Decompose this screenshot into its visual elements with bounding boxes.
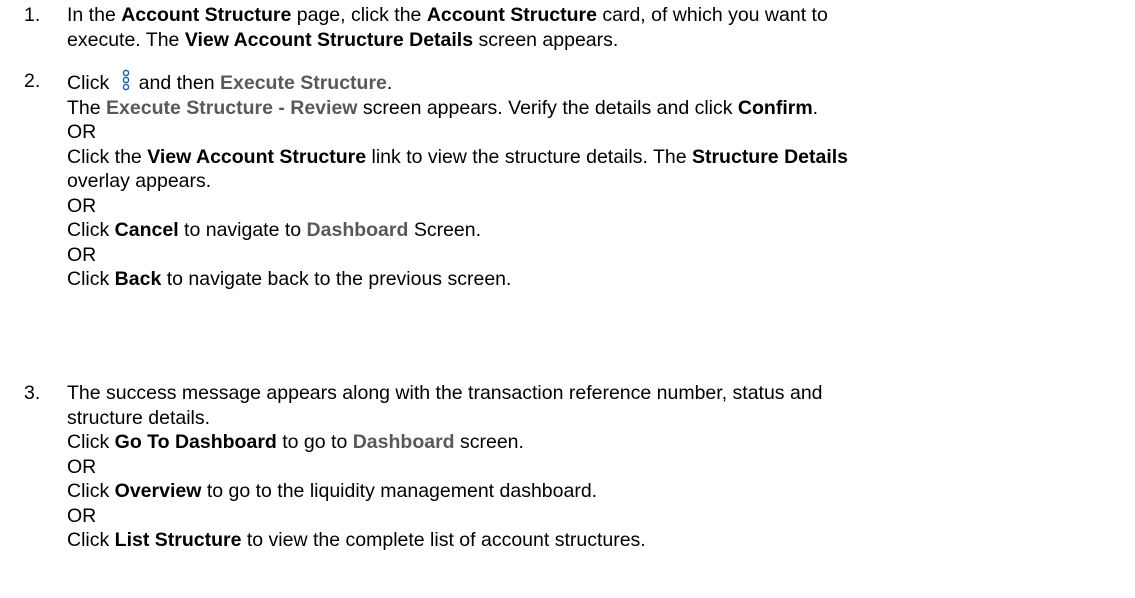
- text-run: Screen.: [408, 219, 482, 241]
- text-run: Click: [67, 529, 115, 551]
- text-line: Click List Structure to view the complet…: [67, 528, 1127, 553]
- text-line: overlay appears.: [67, 169, 1127, 194]
- ui-term: Dashboard: [306, 219, 409, 241]
- text-run: link to view the structure details. The: [366, 145, 692, 168]
- text-run: Click: [67, 431, 115, 453]
- step-body: Click and then Execute Structure. The Exe…: [67, 69, 1127, 292]
- text-run: .: [386, 72, 393, 94]
- text-run: Click: [67, 268, 115, 290]
- text-run: to navigate back to the previous screen.: [161, 268, 512, 290]
- text-run: structure details.: [67, 406, 211, 429]
- step-body: In the Account Structure page, click the…: [67, 3, 1127, 52]
- ui-term: Account Structure: [426, 4, 597, 26]
- ui-term: Cancel: [114, 219, 179, 241]
- text-line: OR: [67, 243, 1127, 268]
- text-run: Click the: [67, 145, 148, 168]
- ui-term: Overview: [114, 480, 202, 502]
- text-run: to navigate to: [178, 219, 307, 241]
- text-line: execute. The View Account Structure Deta…: [67, 28, 1127, 53]
- text-run: Click: [67, 219, 115, 241]
- text-run: card, of which you want to: [596, 4, 828, 26]
- text-run: execute. The: [67, 28, 185, 51]
- ui-term: Confirm: [737, 96, 813, 119]
- ui-term: Execute Structure - Review: [106, 96, 358, 119]
- text-run: overlay appears.: [67, 170, 212, 192]
- ui-term: Execute Structure: [220, 72, 387, 94]
- text-run: and then: [138, 72, 220, 94]
- document-page: 1. In the Account Structure page, click …: [0, 0, 1135, 598]
- text-line: OR: [67, 120, 1127, 145]
- text-run: OR: [67, 121, 97, 143]
- text-line: structure details.: [67, 406, 1127, 431]
- text-line: In the Account Structure page, click the…: [67, 3, 1127, 28]
- text-run: to view the complete list of account str…: [241, 529, 646, 551]
- step-number: 3.: [24, 382, 41, 404]
- ui-term: Account Structure: [121, 4, 292, 26]
- text-run: OR: [67, 194, 97, 217]
- text-run: OR: [67, 243, 97, 266]
- text-run: to go to: [276, 431, 353, 453]
- ui-term: Dashboard: [352, 431, 455, 453]
- text-run: to go to the liquidity management dashbo…: [201, 480, 598, 502]
- text-line: Click and then Execute Structure.: [67, 69, 1127, 96]
- step-body: The success message appears along with t…: [67, 381, 1127, 553]
- ui-term: List Structure: [114, 529, 242, 551]
- text-run: screen.: [454, 431, 524, 453]
- text-run: OR: [67, 455, 97, 478]
- ui-term: Go To Dashboard: [114, 431, 277, 453]
- text-run: Click: [67, 72, 115, 94]
- text-run: page, click the: [291, 4, 427, 26]
- ui-term: Structure Details: [691, 145, 849, 168]
- step-number: 1.: [24, 4, 41, 26]
- text-line: The success message appears along with t…: [67, 381, 1127, 406]
- text-run: OR: [67, 504, 97, 527]
- text-line: Click the View Account Structure link to…: [67, 145, 1127, 170]
- text-line: OR: [67, 194, 1127, 219]
- text-run: screen appears. Verify the details and c…: [357, 96, 738, 119]
- ui-term: View Account Structure Details: [184, 28, 474, 51]
- text-line: OR: [67, 504, 1127, 529]
- text-run: screen appears.: [473, 28, 619, 51]
- text-line: OR: [67, 455, 1127, 480]
- text-line: Click Overview to go to the liquidity ma…: [67, 479, 1127, 504]
- text-line: Click Cancel to navigate to Dashboard Sc…: [67, 218, 1127, 243]
- ui-term: Back: [114, 268, 162, 290]
- text-run: In the: [67, 4, 122, 26]
- step-number: 2.: [24, 70, 41, 92]
- kebab-menu-icon: [121, 69, 131, 91]
- text-run: Click: [67, 480, 115, 502]
- text-run: The: [67, 96, 107, 119]
- text-line: The Execute Structure - Review screen ap…: [67, 96, 1127, 121]
- ui-term: View Account Structure: [147, 145, 367, 168]
- text-line: Click Go To Dashboard to go to Dashboard…: [67, 430, 1127, 455]
- text-line: Click Back to navigate back to the previ…: [67, 267, 1127, 292]
- text-run: The success message appears along with t…: [67, 382, 823, 404]
- text-run: .: [812, 96, 819, 119]
